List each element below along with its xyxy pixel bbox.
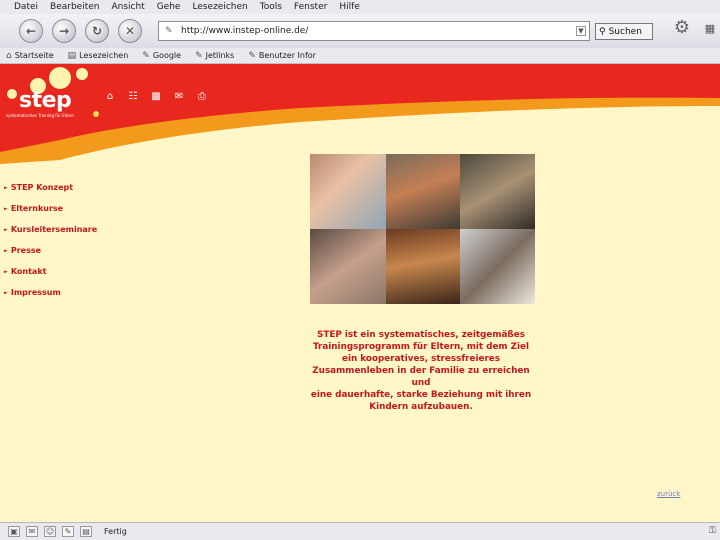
menu-item-edit[interactable]: Bearbeiten bbox=[50, 0, 99, 14]
bookmark-page-icon: ✎ bbox=[248, 50, 256, 61]
description-line: Zusammenleben in der Familie zu erreiche… bbox=[312, 366, 530, 376]
nav-item-label: Kursleiterseminare bbox=[10, 225, 98, 234]
logo-bubble-tiny bbox=[7, 89, 17, 99]
navigator-icon[interactable]: ▣ bbox=[8, 526, 20, 537]
bookmark-folder-icon: ▤ bbox=[67, 50, 77, 61]
nav-item-kontakt[interactable]: ► Kontakt bbox=[4, 261, 114, 282]
address-bar[interactable]: ✎ http://www.instep-online.de/ ▼ bbox=[158, 21, 590, 41]
menu-item-help[interactable]: Hilfe bbox=[339, 0, 359, 14]
program-description: STEP ist ein systematisches, zeitgemäßes… bbox=[300, 329, 542, 413]
chat-icon[interactable]: ☺ bbox=[44, 526, 56, 537]
bookmark-label: Lesezeichen bbox=[79, 51, 129, 60]
stop-icon: ✕ bbox=[124, 24, 136, 38]
menu-item-view[interactable]: Ansicht bbox=[111, 0, 144, 14]
nav-item-label: Elternkurse bbox=[10, 204, 64, 213]
home-icon[interactable]: ⌂ bbox=[103, 90, 117, 104]
bookmark-startseite[interactable]: ⌂ Startseite bbox=[6, 51, 54, 61]
bookmark-jetlinks[interactable]: ✎ Jetlinks bbox=[195, 51, 234, 61]
nav-bullet-icon: ► bbox=[4, 184, 8, 191]
bookmark-page-icon: ✎ bbox=[142, 50, 150, 61]
description-line: Trainingsprogramm für Eltern, mit dem Zi… bbox=[312, 342, 530, 352]
nav-item-label: STEP Konzept bbox=[10, 183, 74, 192]
family-photo-collage bbox=[310, 154, 535, 304]
composer-icon[interactable]: ✎ bbox=[62, 526, 74, 537]
bookmark-benutzer-infor[interactable]: ✎ Benutzer Infor bbox=[248, 51, 316, 61]
site-logo-subtitle: systematisches Training für Eltern bbox=[6, 113, 74, 118]
photo-child-standing bbox=[386, 154, 460, 229]
nav-item-label: Impressum bbox=[10, 288, 61, 297]
address-url: http://www.instep-online.de/ bbox=[181, 26, 309, 36]
bookmarks-toolbar: ⌂ Startseite ▤ Lesezeichen ✎ Google ✎ Jetlin… bbox=[0, 48, 720, 64]
nav-bullet-icon: ► bbox=[4, 205, 8, 212]
back-button[interactable]: ← bbox=[19, 19, 43, 43]
mail-icon[interactable]: ✉ bbox=[26, 526, 38, 537]
bookmark-label: Google bbox=[152, 51, 182, 60]
nav-item-impressum[interactable]: ► Impressum bbox=[4, 282, 114, 303]
description-line: eine dauerhafte, starke Beziehung mit ih… bbox=[310, 390, 532, 400]
nav-item-label: Presse bbox=[10, 246, 42, 255]
nav-bullet-icon: ► bbox=[4, 247, 8, 254]
header-icon-bar: ⌂ ☷ ▩ ✉ ⎙ bbox=[103, 90, 209, 104]
description-line: STEP ist ein systematisches, zeitgemäßes bbox=[317, 330, 525, 340]
nav-bullet-icon: ► bbox=[4, 289, 8, 296]
logo-bubble-yellow bbox=[93, 111, 99, 117]
description-line: und bbox=[411, 378, 431, 388]
back-link[interactable]: zurück bbox=[657, 490, 680, 498]
description-line: Kindern aufzubauen. bbox=[369, 402, 473, 412]
forward-button[interactable]: → bbox=[52, 19, 76, 43]
nav-bullet-icon: ► bbox=[4, 268, 8, 275]
search-icon: ⚲ bbox=[599, 26, 606, 37]
forward-arrow-icon: → bbox=[58, 24, 70, 38]
stop-button[interactable]: ✕ bbox=[118, 19, 142, 43]
sitemap-icon[interactable]: ▩ bbox=[149, 90, 163, 104]
photo-children-playing bbox=[310, 229, 386, 304]
status-text: Fertig bbox=[104, 527, 127, 536]
home-icon: ⌂ bbox=[6, 50, 12, 61]
bookmark-lesezeichen[interactable]: ▤ Lesezeichen bbox=[68, 51, 129, 61]
site-logo[interactable]: step bbox=[19, 88, 72, 113]
header-banner bbox=[0, 64, 720, 164]
bookmark-label: Jetlinks bbox=[205, 51, 235, 60]
print-icon[interactable]: ⎙ bbox=[195, 90, 209, 104]
menu-item-file[interactable]: Datei bbox=[14, 0, 38, 14]
sidebar-toggle-icon[interactable]: ▦ bbox=[702, 22, 718, 40]
menu-item-tools[interactable]: Tools bbox=[260, 0, 282, 14]
photo-father-child-kitchen bbox=[460, 229, 535, 304]
browser-menubar: Datei Bearbeiten Ansicht Gehe Lesezeiche… bbox=[0, 0, 720, 14]
security-lock-icon[interactable]: ⚿ bbox=[709, 526, 716, 536]
reload-button[interactable]: ↻ bbox=[85, 19, 109, 43]
nav-item-elternkurse[interactable]: ► Elternkurse bbox=[4, 198, 114, 219]
photo-family-group bbox=[386, 229, 460, 304]
browser-statusbar: ▣ ✉ ☺ ✎ ▤ Fertig ⚿ bbox=[0, 522, 720, 540]
menu-item-bookmarks[interactable]: Lesezeichen bbox=[192, 0, 247, 14]
bookmark-label: Startseite bbox=[14, 51, 54, 60]
reload-icon: ↻ bbox=[91, 24, 103, 38]
menu-item-go[interactable]: Gehe bbox=[157, 0, 181, 14]
photo-baby-bath bbox=[310, 154, 386, 229]
photo-family-reading bbox=[460, 154, 535, 229]
address-book-icon[interactable]: ▤ bbox=[80, 526, 92, 537]
site-navigation: ► STEP Konzept ► Elternkurse ► Kursleiterse… bbox=[4, 177, 114, 303]
bookmark-google[interactable]: ✎ Google bbox=[142, 51, 181, 61]
description-line: ein kooperatives, stressfreieres bbox=[342, 354, 500, 364]
nav-item-presse[interactable]: ► Presse bbox=[4, 240, 114, 261]
back-arrow-icon: ← bbox=[25, 24, 37, 38]
bookmark-page-icon: ✎ bbox=[195, 50, 203, 61]
email-icon[interactable]: ✉ bbox=[172, 90, 186, 104]
logo-bubble-small bbox=[76, 68, 88, 80]
logo-bubble-large bbox=[49, 67, 71, 89]
address-dropdown-icon[interactable]: ▼ bbox=[576, 26, 586, 36]
page-content: step systematisches Training für Eltern … bbox=[0, 64, 720, 522]
bookmark-label: Benutzer Infor bbox=[258, 51, 316, 60]
search-button-label: Suchen bbox=[608, 26, 642, 37]
cart-icon[interactable]: ☷ bbox=[126, 90, 140, 104]
nav-item-step-konzept[interactable]: ► STEP Konzept bbox=[4, 177, 114, 198]
menu-item-window[interactable]: Fenster bbox=[294, 0, 327, 14]
nav-item-kursleiterseminare[interactable]: ► Kursleiterseminare bbox=[4, 219, 114, 240]
throbber-icon[interactable]: ⚙ bbox=[668, 17, 696, 43]
nav-bullet-icon: ► bbox=[4, 226, 8, 233]
search-button[interactable]: ⚲ Suchen bbox=[595, 23, 653, 40]
page-icon: ✎ bbox=[165, 26, 173, 36]
nav-item-label: Kontakt bbox=[10, 267, 47, 276]
